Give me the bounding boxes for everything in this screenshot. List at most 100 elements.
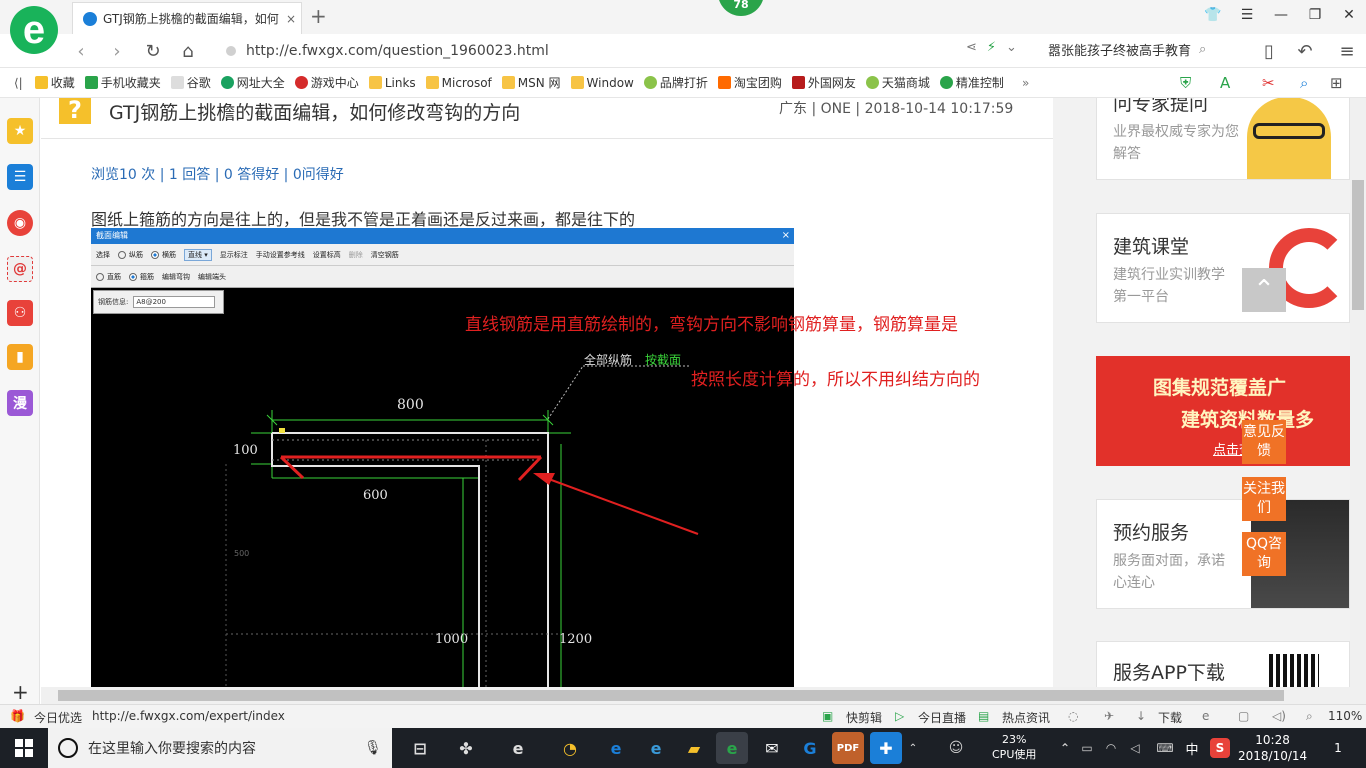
undo-icon[interactable]: ↶: [1292, 39, 1318, 63]
forward-button[interactable]: ›: [104, 39, 130, 63]
quick-edit[interactable]: 快剪辑: [846, 709, 882, 726]
ie-icon[interactable]: e: [1202, 709, 1209, 723]
internet-explorer-icon[interactable]: e: [640, 732, 672, 764]
task-view-icon[interactable]: ⊟: [404, 732, 436, 764]
search-box[interactable]: 嚣张能孩子终被高手教育 ⌕: [1048, 40, 1206, 59]
bookmark-item[interactable]: Links: [368, 76, 416, 90]
downloads[interactable]: 下载: [1158, 709, 1182, 726]
shirt-skin-icon[interactable]: 👕: [1196, 0, 1230, 30]
share-icon[interactable]: ⋖: [966, 40, 977, 55]
bookmark-item[interactable]: 收藏: [34, 74, 75, 91]
menu-icon[interactable]: ☰: [1230, 0, 1264, 30]
pin-icon[interactable]: ✈: [1104, 709, 1114, 723]
bookmark-item[interactable]: Window: [570, 76, 634, 90]
2345-browser-icon[interactable]: e: [716, 732, 748, 764]
pdf-app-icon[interactable]: PDF: [832, 732, 864, 764]
refresh-circle-icon[interactable]: ◌: [1068, 709, 1078, 723]
bookmark-item[interactable]: 外国网友: [791, 74, 856, 91]
lightning-icon[interactable]: ⚡: [987, 40, 996, 55]
bookmark-item[interactable]: 游戏中心: [294, 74, 359, 91]
question-stats[interactable]: 浏览10 次 | 1 回答 | 0 答得好 | 0问得好: [91, 164, 344, 184]
battery-icon[interactable]: ▭: [1078, 732, 1096, 764]
file-explorer-icon[interactable]: ▰: [678, 732, 710, 764]
more-bookmarks-icon[interactable]: »: [1022, 76, 1029, 90]
refresh-button[interactable]: ↻: [140, 39, 166, 63]
mail-app-icon[interactable]: ✉: [756, 732, 788, 764]
bookmark-item[interactable]: 谷歌: [170, 74, 211, 91]
chevron-down-icon[interactable]: ⌄: [1006, 40, 1017, 55]
glodon-g-icon[interactable]: G: [794, 732, 826, 764]
qq-consult-button[interactable]: QQ咨询: [1242, 532, 1286, 576]
menu-lines-icon[interactable]: ≡: [1334, 39, 1360, 63]
today-live[interactable]: 今日直播: [918, 709, 966, 726]
bookmark-item[interactable]: 精准控制: [939, 74, 1004, 91]
ime-indicator[interactable]: 中: [1182, 732, 1202, 764]
bookmark-item[interactable]: 网址大全: [220, 74, 285, 91]
add-icon[interactable]: +: [12, 680, 29, 704]
collapse-sidebar-icon[interactable]: ⟨|: [14, 76, 23, 90]
search-icon[interactable]: ⌕: [1199, 42, 1206, 57]
ask-expert-card[interactable]: 问专家提问 业界最权威专家为您解答: [1096, 98, 1350, 180]
news-icon[interactable]: ☰: [7, 164, 33, 190]
tray-expand-icon[interactable]: ⌃: [1056, 732, 1074, 764]
browser-logo[interactable]: e: [10, 6, 58, 54]
fan-app-icon[interactable]: ✤: [450, 732, 482, 764]
shield-icon[interactable]: ⛨: [1180, 74, 1191, 92]
keyboard-icon[interactable]: ⌨: [1152, 732, 1178, 764]
people-icon[interactable]: ☺: [940, 732, 972, 764]
weibo-icon[interactable]: ◉: [7, 210, 33, 236]
browser-tab[interactable]: GTJ钢筋上挑檐的截面编辑，如何 ×: [72, 2, 302, 34]
building-classroom-card[interactable]: 建筑课堂 建筑行业实训教学第一平台: [1096, 213, 1350, 323]
bookmark-item[interactable]: 淘宝团购: [717, 74, 782, 91]
taskbar-search[interactable]: 在这里输入你要搜索的内容 🎙: [48, 728, 392, 768]
notification-center-icon[interactable]: 1: [1322, 732, 1354, 764]
minimize-button[interactable]: —: [1264, 0, 1298, 30]
microphone-icon[interactable]: 🎙: [364, 740, 382, 756]
bookmark-item[interactable]: Microsof: [425, 76, 492, 90]
wifi-icon[interactable]: ◠: [1102, 732, 1120, 764]
appointment-card[interactable]: 预约服务 服务面对面，承诺心连心: [1096, 499, 1350, 609]
hot-news[interactable]: 热点资讯: [1002, 709, 1050, 726]
today-picks[interactable]: 今日优选: [34, 709, 82, 726]
scroll-top-button[interactable]: ⌃: [1242, 268, 1286, 312]
feedback-button[interactable]: 意见反馈: [1242, 420, 1286, 464]
plus-app-icon[interactable]: ✚: [870, 732, 902, 764]
favorites-star-icon[interactable]: ★: [7, 118, 33, 144]
home-button[interactable]: ⌂: [175, 39, 201, 63]
window-icon[interactable]: ▢: [1238, 709, 1249, 723]
cpu-meter[interactable]: 23% CPU使用: [992, 732, 1036, 762]
gift-icon[interactable]: 🎁: [10, 709, 25, 723]
mail-icon[interactable]: @: [7, 256, 33, 282]
phone-icon[interactable]: ▯: [1256, 39, 1282, 63]
bookmark-item[interactable]: 手机收藏夹: [84, 74, 161, 91]
grid-icon[interactable]: ⊞: [1330, 74, 1343, 92]
app-download-card[interactable]: 服务APP下载: [1096, 641, 1350, 687]
url-field[interactable]: http://e.fwxgx.com/question_1960023.html: [226, 40, 946, 62]
edge-legacy-icon[interactable]: e: [502, 732, 534, 764]
sogou-icon[interactable]: S: [1210, 738, 1230, 758]
bookmark-item[interactable]: MSN 网: [501, 74, 561, 91]
system-clock[interactable]: 10:28 2018/10/14: [1238, 732, 1307, 764]
follow-us-button[interactable]: 关注我们: [1242, 477, 1286, 521]
scissors-icon[interactable]: ✂: [1262, 74, 1275, 92]
close-window-button[interactable]: ✕: [1332, 0, 1366, 30]
translate-icon[interactable]: A: [1220, 74, 1230, 92]
back-button[interactable]: ‹: [68, 39, 94, 63]
comic-icon[interactable]: 漫: [7, 390, 33, 416]
edge-icon[interactable]: e: [600, 732, 632, 764]
bookmark-item[interactable]: 品牌打折: [643, 74, 708, 91]
gamepad-icon[interactable]: ⚇: [7, 300, 33, 326]
restore-button[interactable]: ❐: [1298, 0, 1332, 30]
bookmark-book-icon[interactable]: ▮: [7, 344, 33, 370]
bookmark-item[interactable]: 天猫商城: [865, 74, 930, 91]
vertical-scroll-thumb[interactable]: [1352, 180, 1364, 310]
magnifier-icon[interactable]: ⌕: [1300, 74, 1308, 92]
clock-app-icon[interactable]: ◔: [554, 732, 586, 764]
speed-badge[interactable]: 78: [718, 0, 764, 16]
zoom-level[interactable]: 110%: [1328, 709, 1362, 723]
new-tab-button[interactable]: +: [310, 4, 327, 28]
horizontal-scroll-thumb[interactable]: [58, 690, 1284, 701]
start-button[interactable]: [0, 728, 48, 768]
volume-icon[interactable]: ◁): [1272, 709, 1286, 723]
atlas-banner-card[interactable]: 图集规范覆盖广 建筑资料数量多 点击查看: [1096, 356, 1350, 466]
